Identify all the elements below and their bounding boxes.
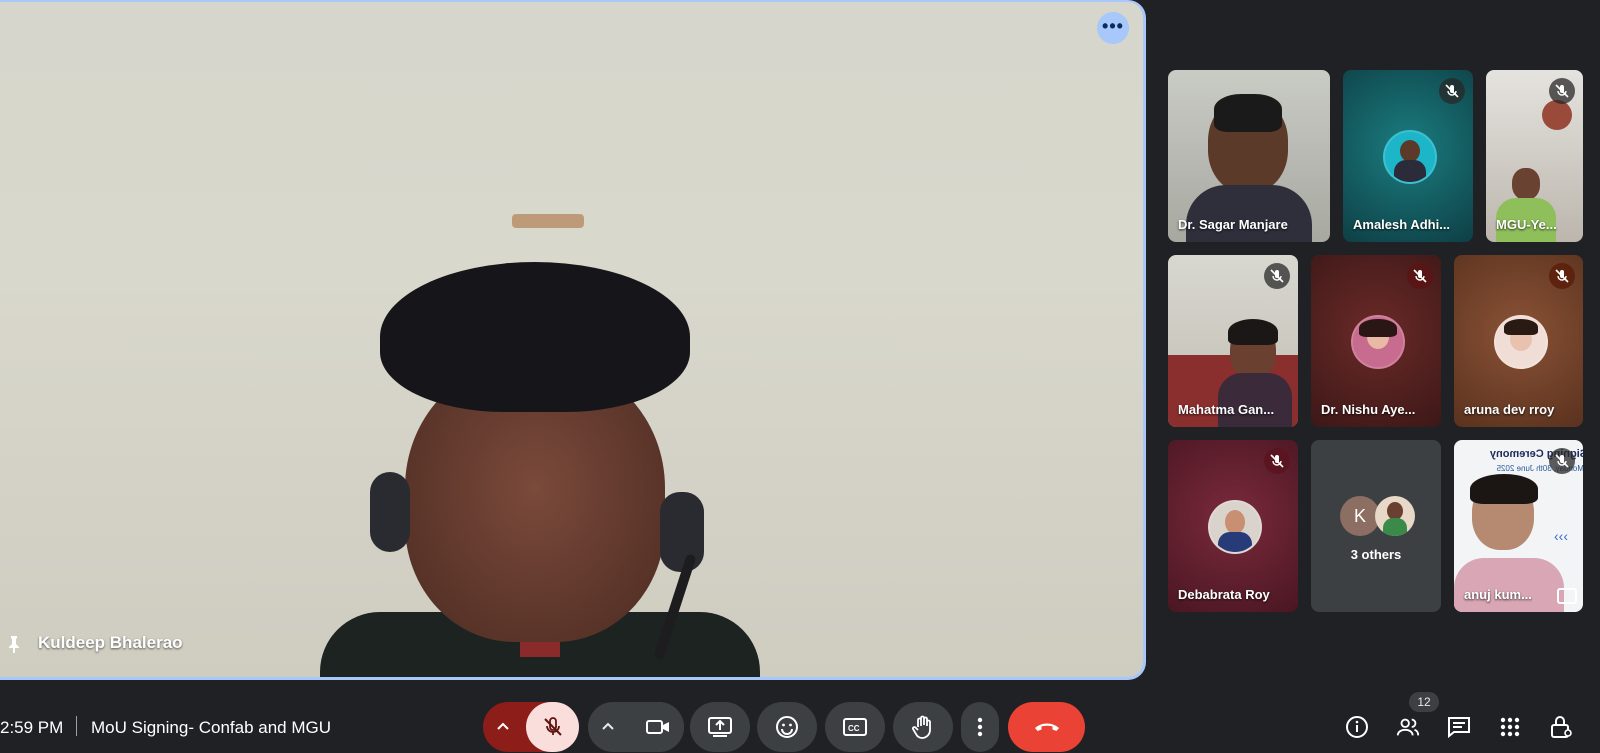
mic-off-icon	[1549, 78, 1575, 104]
participant-tile[interactable]: aruna dev rroy	[1454, 255, 1583, 427]
avatar: K	[1340, 496, 1380, 536]
people-count-badge: 12	[1409, 692, 1439, 712]
participant-tile[interactable]: MoU Signing Ceremony Monday, 30th June 2…	[1454, 440, 1583, 612]
mic-off-icon	[1264, 448, 1290, 474]
emoji-icon	[776, 716, 798, 738]
end-call-button[interactable]	[1008, 702, 1085, 752]
people-icon[interactable]	[1395, 714, 1421, 740]
pin-icon	[9, 636, 19, 653]
captions-icon: CC	[843, 718, 867, 736]
camera-toggle-button[interactable]	[631, 702, 684, 752]
chevron-up-icon[interactable]	[495, 719, 511, 735]
activities-icon[interactable]	[1497, 714, 1523, 740]
wall-mark	[512, 214, 584, 228]
mic-off-icon	[1407, 263, 1433, 289]
others-count-label: 3 others	[1350, 547, 1402, 562]
svg-text:CC: CC	[848, 724, 860, 733]
meeting-title: MoU Signing- Confab and MGU	[91, 718, 332, 737]
main-speaker-name: Kuldeep Bhalerao	[38, 633, 183, 652]
participant-name: anuj kum...	[1464, 587, 1532, 602]
raise-hand-icon	[912, 715, 931, 739]
avatar	[1375, 496, 1415, 536]
avatar	[1383, 130, 1437, 184]
avatar	[1208, 500, 1262, 554]
participant-tile[interactable]: Dr. Sagar Manjare	[1168, 70, 1330, 242]
participant-name: Amalesh Adhi...	[1353, 217, 1451, 232]
end-call-icon	[1035, 723, 1059, 731]
participant-tile[interactable]: Amalesh Adhi...	[1343, 70, 1473, 242]
participant-tile[interactable]: Mahatma Gan...	[1168, 255, 1298, 427]
participant-name: Dr. Sagar Manjare	[1178, 217, 1288, 232]
captions-button[interactable]: CC	[825, 702, 885, 752]
mic-toggle-button[interactable]	[526, 702, 579, 752]
participant-name: Mahatma Gan...	[1178, 402, 1275, 417]
camera-control-group	[588, 702, 684, 752]
mic-off-icon	[1549, 263, 1575, 289]
main-speaker-tile[interactable]: ••• Kuldeep Bhalerao	[0, 0, 1146, 680]
participant-name: Debabrata Roy	[1178, 587, 1270, 602]
avatar	[1494, 315, 1548, 369]
mic-off-icon	[1549, 448, 1575, 474]
others-tile[interactable]: K 3 others	[1311, 440, 1441, 612]
more-options-icon[interactable]: •••	[1097, 12, 1129, 44]
raise-hand-button[interactable]	[893, 702, 953, 752]
camera-icon	[646, 720, 669, 734]
chat-icon[interactable]	[1446, 714, 1472, 740]
emoji-button[interactable]	[757, 702, 817, 752]
present-icon	[708, 717, 732, 737]
divider	[76, 716, 77, 736]
participant-name: MGU-Ye...	[1496, 217, 1557, 232]
participant-tile[interactable]: MGU-Ye...	[1486, 70, 1583, 242]
chevron-up-icon[interactable]	[600, 719, 616, 735]
mic-control-group	[483, 702, 579, 752]
participant-tile[interactable]: Debabrata Roy	[1168, 440, 1298, 612]
speaker-video	[300, 252, 820, 677]
self-view-icon[interactable]	[1557, 588, 1577, 604]
mic-off-icon	[1439, 78, 1465, 104]
info-icon[interactable]	[1344, 714, 1370, 740]
more-vert-icon	[977, 717, 983, 737]
more-options-button[interactable]	[961, 702, 999, 752]
avatar	[1351, 315, 1405, 369]
host-controls-icon[interactable]	[1548, 714, 1574, 740]
participant-name: Dr. Nishu Aye...	[1321, 402, 1416, 417]
participant-tile[interactable]: Dr. Nishu Aye...	[1311, 255, 1441, 427]
mic-off-icon	[544, 717, 562, 736]
meeting-time: 2:59 PM	[0, 718, 64, 737]
participant-name: aruna dev rroy	[1464, 402, 1555, 417]
present-button[interactable]	[690, 702, 750, 752]
mic-off-icon	[1264, 263, 1290, 289]
